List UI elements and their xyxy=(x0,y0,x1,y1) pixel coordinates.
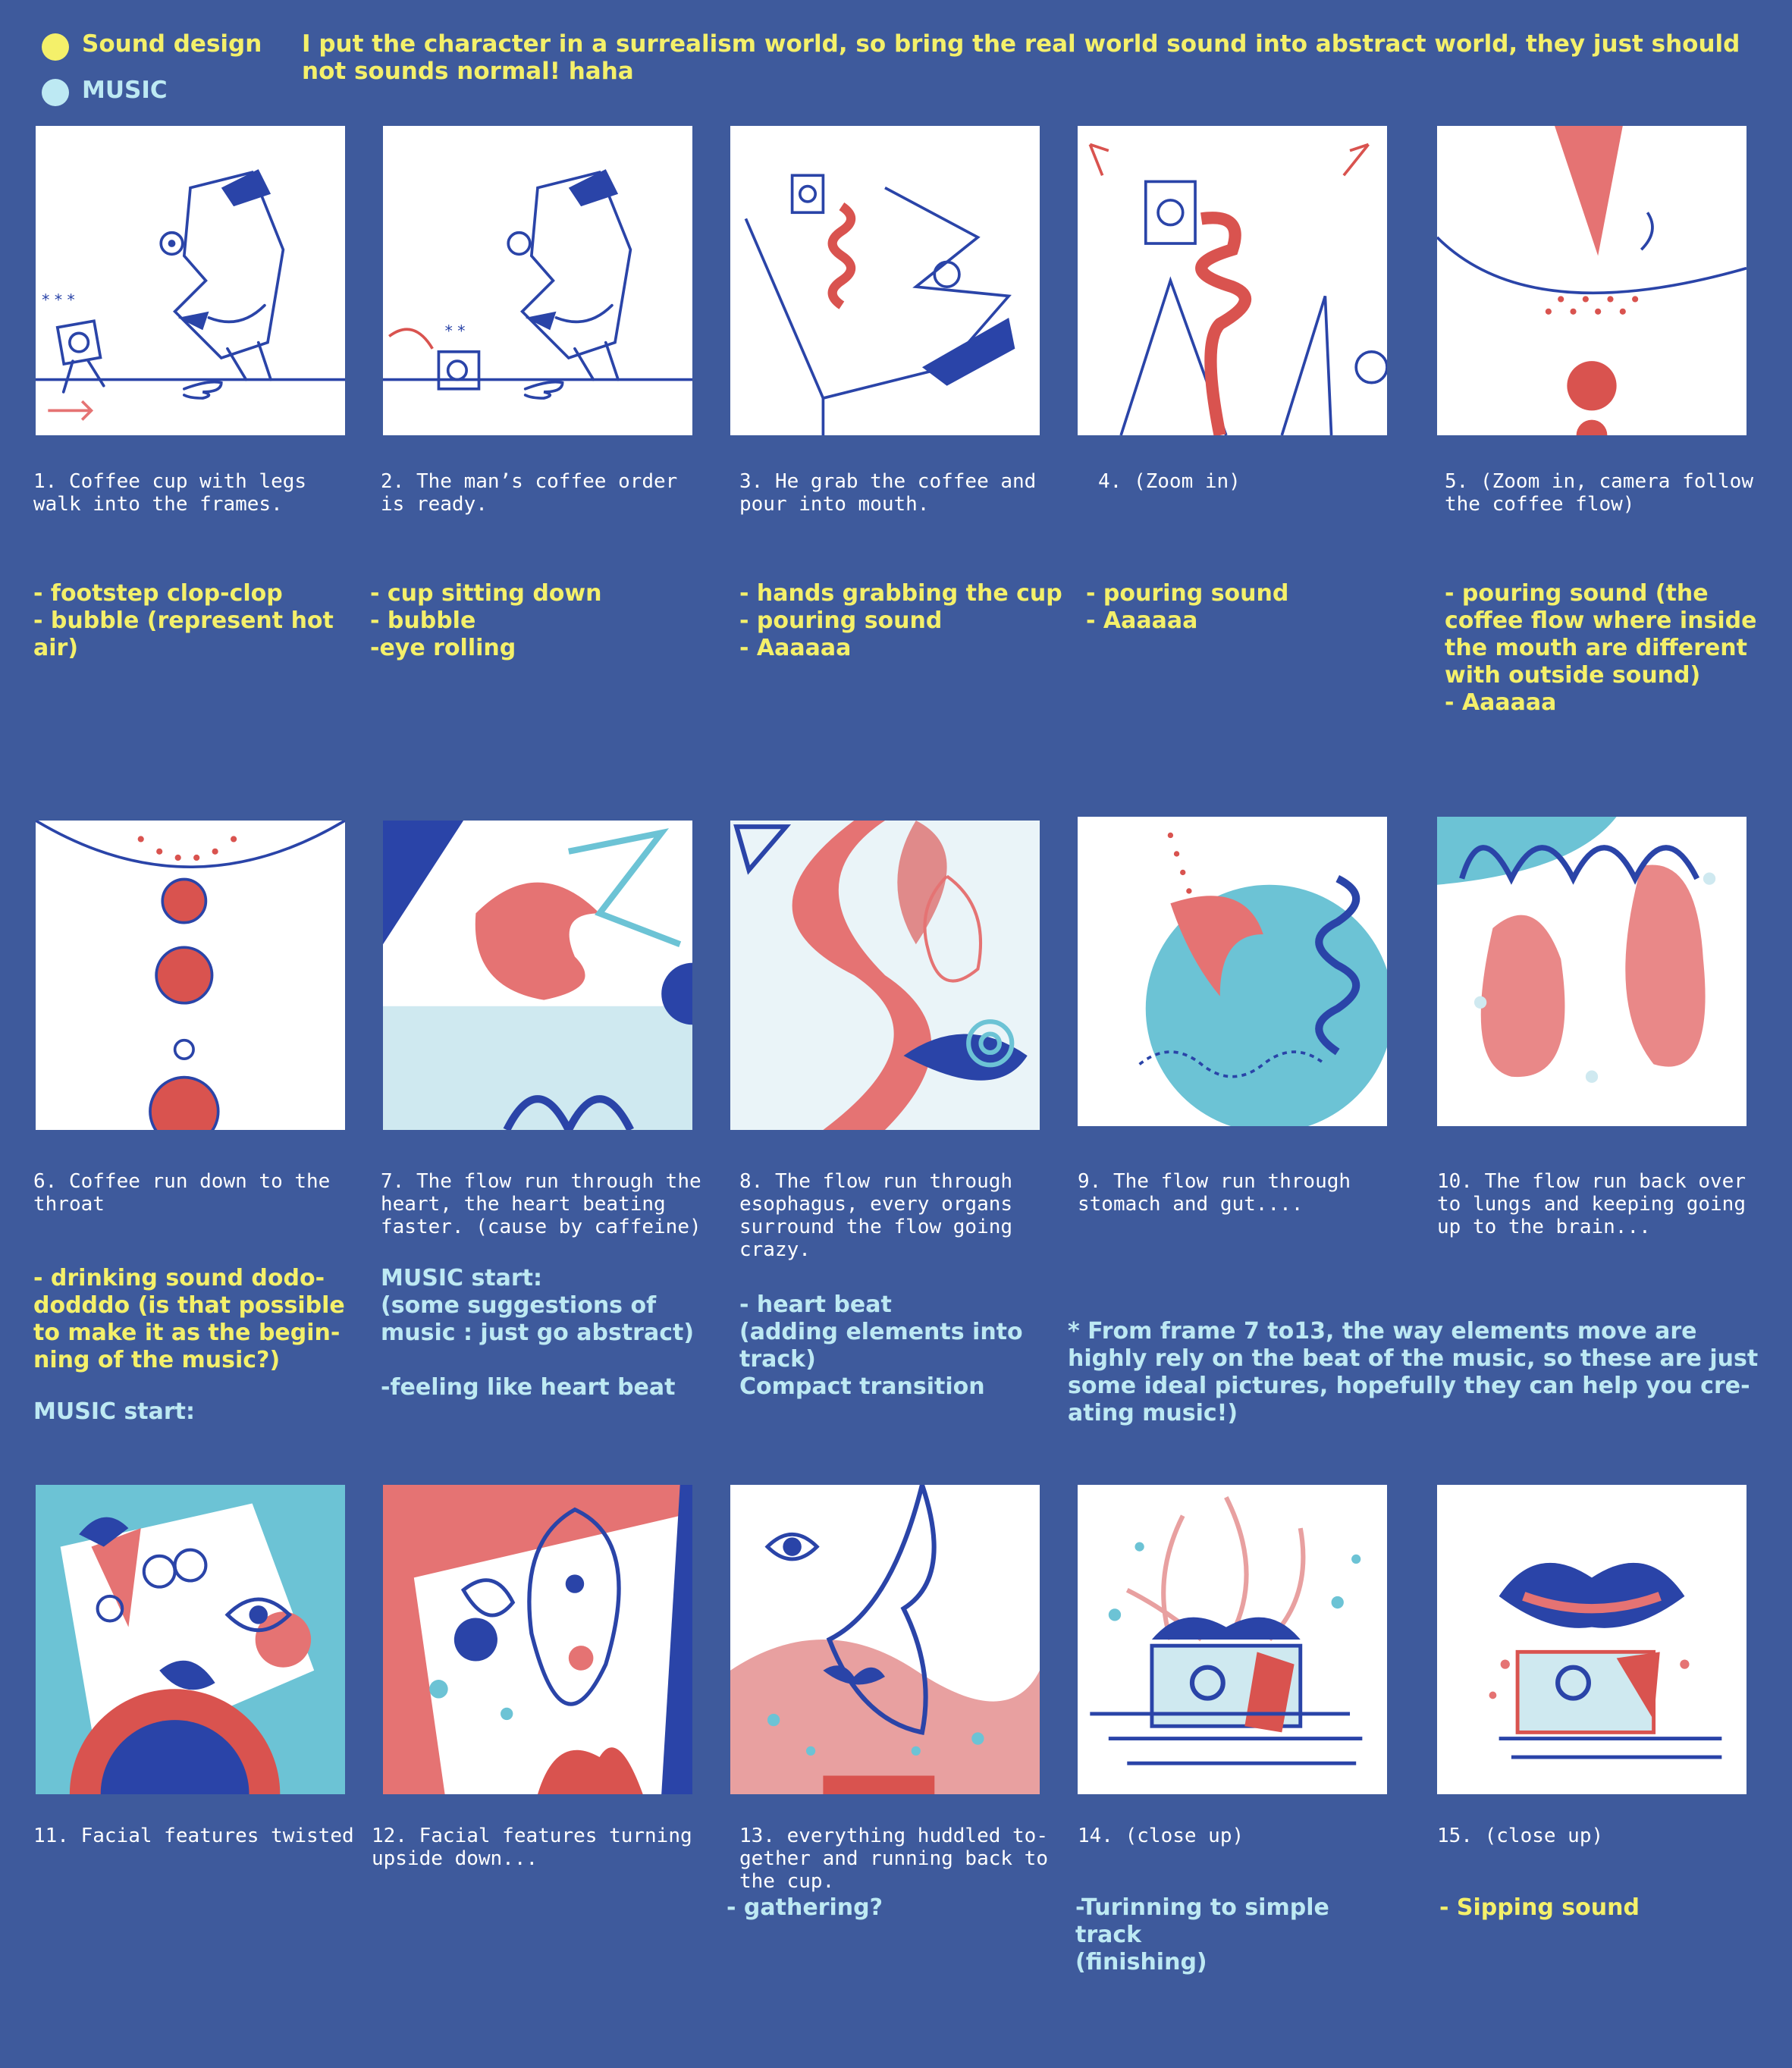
frame-4-caption: 4. (Zoom in) xyxy=(1098,470,1241,493)
frame-3-sound-notes: - hands grabbing the cup - pouring sound… xyxy=(739,580,1062,661)
frame-15-caption: 15. (close up) xyxy=(1437,1825,1604,1847)
frame-7 xyxy=(383,821,692,1130)
frame-1-drawing: * * * xyxy=(36,169,345,421)
frame-10-drawing xyxy=(1437,817,1716,1083)
frame-13-caption: 13. everything huddled to- gether and ru… xyxy=(739,1825,1048,1893)
frame-15-sound-notes: - Sipping sound xyxy=(1439,1894,1640,1921)
frame-5 xyxy=(1437,126,1746,435)
beat-note: * From frame 7 to13, the way elements mo… xyxy=(1068,1318,1759,1426)
frame-6-caption: 6. Coffee run down to the throat xyxy=(33,1170,331,1216)
frame-1-sound-notes: - footstep clop-clop - bubble (represent… xyxy=(33,580,334,661)
sound-design-label: Sound design xyxy=(82,30,262,58)
intro-text: I put the character in a surrealism worl… xyxy=(302,30,1740,85)
frame-1-caption: 1. Coffee cup with legs walk into the fr… xyxy=(33,470,307,516)
frame-12-caption: 12. Facial features turning upside down.… xyxy=(372,1825,692,1870)
frame-13-music-notes: - gathering? xyxy=(727,1894,883,1921)
frame-9-drawing xyxy=(1138,832,1387,1126)
frame-14-music-notes: -Turinning to simple track (finishing) xyxy=(1075,1894,1329,1975)
frame-3 xyxy=(730,126,1040,435)
frame-6-drawing xyxy=(36,821,345,1130)
frame-11 xyxy=(36,1485,345,1794)
frame-12 xyxy=(383,1485,692,1794)
frame-9 xyxy=(1078,817,1387,1126)
frame-5-sound-notes: - pouring sound (the coffee flow where i… xyxy=(1445,580,1757,716)
frame-11-caption: 11. Facial features twisted xyxy=(33,1825,354,1847)
frame-14-drawing xyxy=(1090,1495,1363,1765)
frame-6-sound-notes: - drinking sound dodo- dodddo (is that p… xyxy=(33,1265,345,1373)
frame-7-caption: 7. The flow run through the heart, the h… xyxy=(381,1170,701,1238)
svg-text:* *: * * xyxy=(445,322,466,340)
frame-15 xyxy=(1437,1485,1746,1794)
frame-7-music-notes: MUSIC start: (some suggestions of music … xyxy=(381,1265,695,1401)
frame-14 xyxy=(1078,1485,1387,1794)
frame-8 xyxy=(730,821,1040,1130)
frame-3-drawing xyxy=(744,174,1015,435)
frame-14-caption: 14. (close up) xyxy=(1078,1825,1244,1847)
frame-11-drawing xyxy=(36,1485,345,1794)
frame-5-drawing xyxy=(1437,126,1746,435)
frame-9-caption: 9. The flow run through stomach and gut.… xyxy=(1078,1170,1351,1216)
frame-10-caption: 10. The flow run back over to lungs and … xyxy=(1437,1170,1746,1238)
frame-5-caption: 5. (Zoom in, camera follow the coffee fl… xyxy=(1445,470,1753,516)
frame-13 xyxy=(730,1485,1040,1794)
frame-12-drawing xyxy=(383,1485,692,1794)
frame-2: * * xyxy=(383,126,692,435)
frame-2-drawing: * * xyxy=(383,169,692,400)
frame-13-drawing xyxy=(730,1485,1040,1794)
music-dot xyxy=(42,79,69,106)
frame-2-sound-notes: - cup sitting down - bubble -eye rolling xyxy=(370,580,602,661)
frame-8-caption: 8. The flow run through esophagus, every… xyxy=(739,1170,1013,1261)
frame-8-drawing xyxy=(730,821,1040,1130)
frame-4 xyxy=(1078,126,1387,435)
music-label: MUSIC xyxy=(82,77,168,104)
frame-1: * * * xyxy=(36,126,345,435)
frame-4-drawing xyxy=(1088,143,1387,435)
frame-7-drawing xyxy=(383,821,692,1130)
frame-8-music-notes: - heart beat (adding elements into track… xyxy=(739,1291,1023,1400)
frame-10 xyxy=(1437,817,1746,1126)
svg-text:* * *: * * * xyxy=(42,291,75,309)
frame-3-caption: 3. He grab the coffee and pour into mout… xyxy=(739,470,1037,516)
frame-6 xyxy=(36,821,345,1130)
frame-6-music-start: MUSIC start: xyxy=(33,1398,196,1425)
sound-design-dot xyxy=(42,33,69,61)
frame-4-sound-notes: - pouring sound - Aaaaaa xyxy=(1086,580,1289,634)
frame-15-drawing xyxy=(1489,1562,1722,1759)
frame-2-caption: 2. The man’s coffee order is ready. xyxy=(381,470,678,516)
